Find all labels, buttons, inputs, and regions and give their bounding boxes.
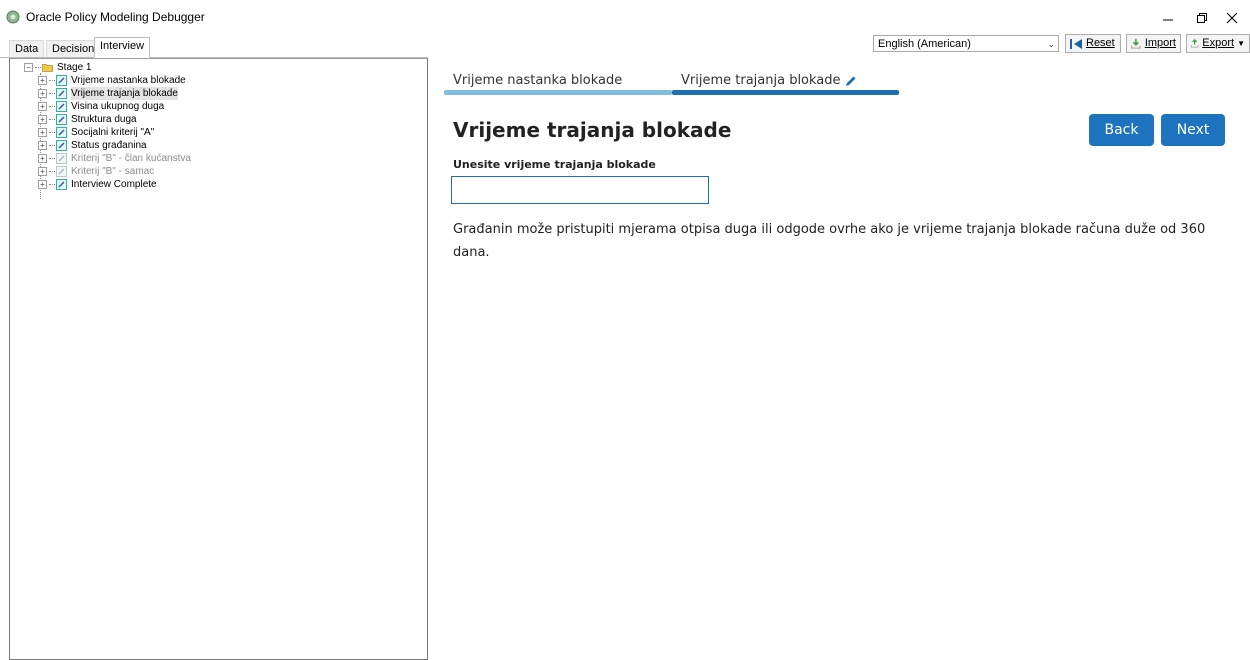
expand-icon[interactable]: + [38, 167, 47, 176]
tree-connector [49, 158, 55, 159]
screen-icon [56, 140, 67, 151]
tree-root-label: Stage 1 [57, 62, 92, 73]
screen-icon [56, 114, 67, 125]
progress-step-1[interactable]: Vrijeme nastanka blokade [453, 73, 622, 88]
progress-step-2-label: Vrijeme trajanja blokade [681, 73, 841, 88]
tree-connector [49, 132, 55, 133]
export-button[interactable]: Export ▼ [1186, 34, 1250, 53]
progress-bar-current [672, 90, 899, 95]
tree-connector [49, 106, 55, 107]
tree-item[interactable]: + Status građanina [38, 139, 147, 152]
expand-icon[interactable]: + [38, 154, 47, 163]
field-label: Unesite vrijeme trajanja blokade [453, 158, 656, 171]
tree-item-label: Kriterij "B" - samac [71, 166, 155, 177]
screen-icon [56, 179, 67, 190]
tree-item-label: Vrijeme nastanka blokade [71, 75, 186, 86]
screen-icon [56, 101, 67, 112]
duration-input[interactable] [451, 176, 709, 204]
expand-icon[interactable]: + [38, 89, 47, 98]
page-title: Vrijeme trajanja blokade [453, 118, 732, 142]
expand-icon[interactable]: + [38, 141, 47, 150]
tab-decision[interactable]: Decision [46, 40, 101, 57]
import-icon [1131, 38, 1141, 49]
screen-icon-disabled [56, 166, 67, 177]
tree-root[interactable]: − Stage 1 [24, 61, 91, 74]
expand-icon[interactable]: + [38, 128, 47, 137]
tree-connector [49, 93, 55, 94]
tree-item[interactable]: + Struktura duga [38, 113, 137, 126]
pencil-icon [845, 76, 856, 86]
expand-icon[interactable]: + [38, 102, 47, 111]
tree-connector [49, 171, 55, 172]
tree-item-label: Vrijeme trajanja blokade [71, 87, 178, 100]
screen-icon-disabled [56, 153, 67, 164]
expand-icon[interactable]: + [38, 115, 47, 124]
screen-icon [56, 88, 67, 99]
reset-label: Reset [1086, 37, 1115, 49]
interview-panel: Vrijeme nastanka blokade Vrijeme trajanj… [428, 58, 1250, 660]
app-icon [6, 10, 20, 24]
screen-icon [56, 127, 67, 138]
dropdown-arrow-icon: ▼ [1237, 39, 1245, 48]
tree-item-disabled[interactable]: + Kriterij "B" - samac [38, 165, 154, 178]
close-button[interactable] [1212, 4, 1250, 32]
export-label: Export [1202, 37, 1235, 49]
chevron-down-icon: ⌄ [1047, 39, 1055, 49]
tree-connector [49, 145, 55, 146]
tree-connector [49, 119, 55, 120]
minimize-icon [1163, 19, 1173, 21]
back-button[interactable]: Back [1089, 114, 1154, 146]
tree-item[interactable]: + Interview Complete [38, 178, 157, 191]
tree-item-disabled[interactable]: + Kriterij "B" - član kućanstva [38, 152, 191, 165]
collapse-icon[interactable]: − [24, 63, 33, 72]
tree-item-label: Struktura duga [71, 114, 137, 125]
tree-connector [49, 184, 55, 185]
tree-item[interactable]: + Vrijeme nastanka blokade [38, 74, 186, 87]
tree-item-label: Socijalni kriterij "A" [71, 127, 155, 138]
tree-item[interactable]: + Visina ukupnog duga [38, 100, 164, 113]
tree-item[interactable]: + Socijalni kriterij "A" [38, 126, 154, 139]
tab-strip: Data Decision Interview [0, 36, 1250, 58]
next-button[interactable]: Next [1161, 114, 1225, 146]
tree-item-label: Status građanina [71, 140, 147, 151]
export-icon [1190, 39, 1199, 48]
language-select[interactable]: English (American) ⌄ [873, 35, 1059, 52]
reset-button[interactable]: Reset [1065, 34, 1121, 53]
tree-item-selected[interactable]: + Vrijeme trajanja blokade [38, 87, 178, 100]
import-button[interactable]: Import [1126, 34, 1181, 53]
folder-icon [42, 64, 53, 72]
window-title: Oracle Policy Modeling Debugger [26, 10, 205, 24]
import-label: Import [1144, 37, 1176, 49]
tab-data[interactable]: Data [9, 40, 45, 57]
restore-icon [1197, 13, 1207, 23]
progress-step-2[interactable]: Vrijeme trajanja blokade [681, 73, 857, 88]
expand-icon[interactable]: + [38, 76, 47, 85]
screen-icon [56, 75, 67, 86]
progress-bar-completed [444, 90, 672, 95]
tree-connector [35, 67, 41, 68]
tree-connector [49, 80, 55, 81]
tree-item-label: Interview Complete [71, 179, 157, 190]
reset-icon [1070, 38, 1082, 49]
tab-interview[interactable]: Interview [94, 37, 151, 58]
close-icon [1226, 12, 1238, 24]
title-bar: Oracle Policy Modeling Debugger [0, 0, 1250, 36]
info-text: Građanin može pristupiti mjerama otpisa … [453, 222, 1206, 260]
expand-icon[interactable]: + [38, 180, 47, 189]
tree-item-label: Visina ukupnog duga [71, 101, 165, 112]
tree-item-label: Kriterij "B" - član kućanstva [71, 153, 191, 164]
interview-tree-panel[interactable]: − Stage 1 + Vrijeme nastanka blokade + V… [9, 58, 428, 660]
language-value: English (American) [878, 38, 971, 50]
